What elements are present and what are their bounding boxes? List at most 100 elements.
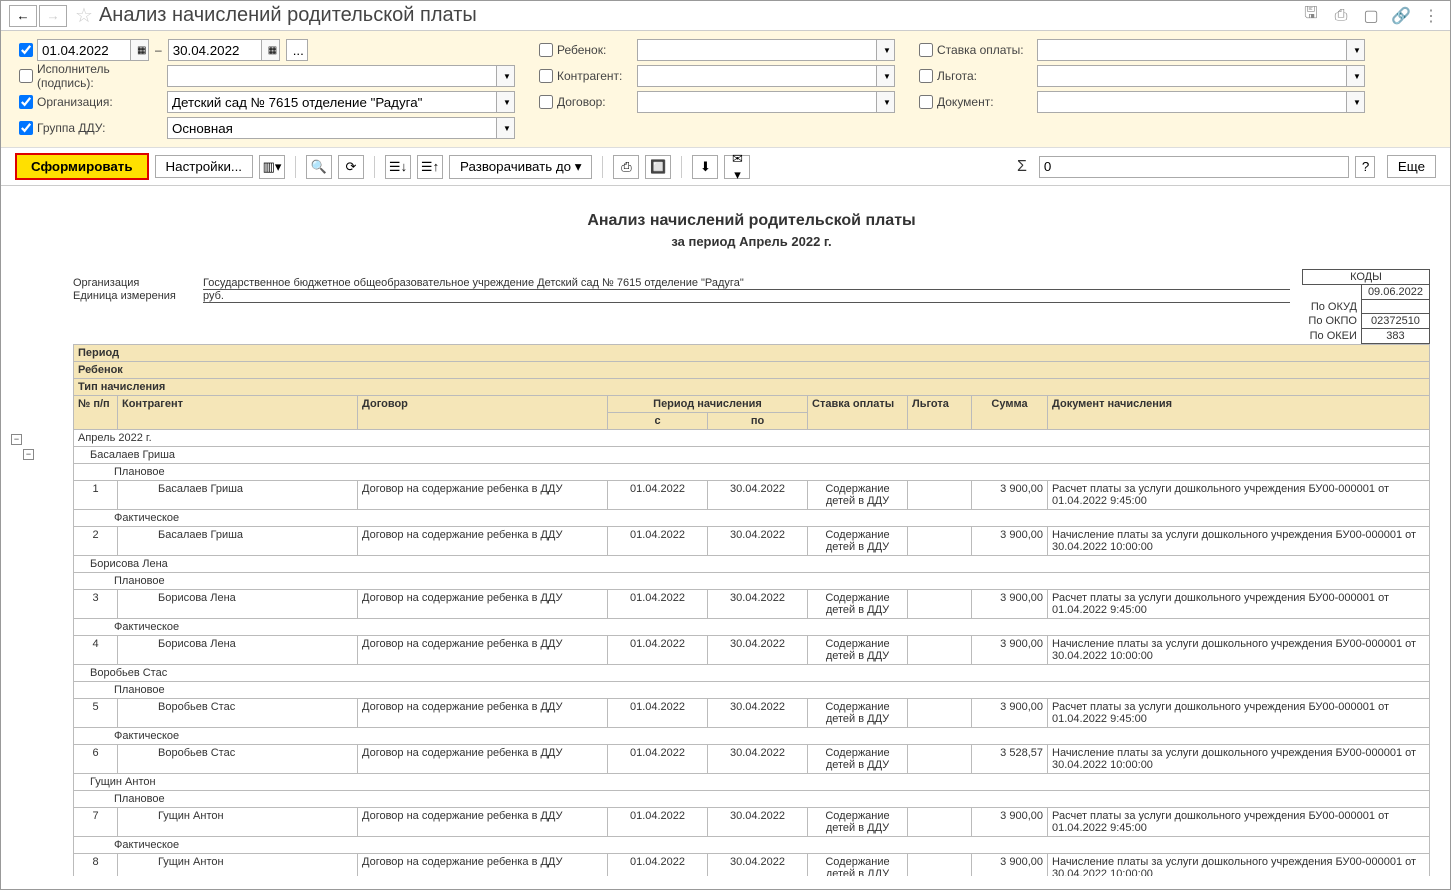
[interactable]: ?: [1355, 156, 1375, 178]
cell-lgota: [908, 636, 972, 665]
forward-button[interactable]: →: [39, 5, 67, 27]
favorite-star-icon[interactable]: ☆: [75, 3, 93, 28]
tree-toggle[interactable]: −: [11, 434, 22, 445]
dogovor-input[interactable]: [637, 91, 877, 113]
gruppa-input[interactable]: [167, 117, 497, 139]
save-icon[interactable]: 🖫: [1300, 5, 1322, 27]
cell-kontragent: Басалаев Гриша: [118, 527, 358, 556]
more-button[interactable]: Еще: [1387, 155, 1436, 178]
ispolnitel-input[interactable]: [167, 65, 497, 87]
nastroiki-button[interactable]: Настройки...: [155, 155, 253, 178]
date-ellipsis-button[interactable]: ...: [286, 39, 308, 61]
sum-input[interactable]: [1039, 156, 1349, 178]
cell-npp: 1: [74, 481, 118, 510]
email-icon[interactable]: ✉▾: [724, 155, 750, 179]
document-icon[interactable]: ▢: [1360, 5, 1382, 27]
dogovor-checkbox[interactable]: [539, 95, 553, 109]
cell-dokument: Начисление платы за услуги дошкольного у…: [1048, 854, 1430, 877]
date-from-input[interactable]: [37, 39, 131, 61]
variant-icon[interactable]: ▥▾: [259, 155, 285, 179]
stavka-checkbox[interactable]: [919, 43, 933, 57]
cell-stavka: Содержание детей в ДДУ: [808, 481, 908, 510]
cell-lgota: [908, 590, 972, 619]
data-row: 2Басалаев ГришаДоговор на содержание реб…: [74, 527, 1430, 556]
data-row: 1Басалаев ГришаДоговор на содержание реб…: [74, 481, 1430, 510]
tree-toggle[interactable]: −: [23, 449, 34, 460]
dokument-checkbox[interactable]: [919, 95, 933, 109]
ispolnitel-checkbox[interactable]: [19, 69, 33, 83]
dropdown-icon[interactable]: ▼: [877, 39, 895, 61]
cell-npp: 3: [74, 590, 118, 619]
cell-kontragent: Воробьев Стас: [118, 745, 358, 774]
cell-stavka: Содержание детей в ДДУ: [808, 590, 908, 619]
cell-dokument: Расчет платы за услуги дошкольного учреж…: [1048, 590, 1430, 619]
expand-icon[interactable]: ☰↓: [385, 155, 411, 179]
organizaciya-checkbox[interactable]: [19, 95, 33, 109]
cell-kontragent: Гущин Антон: [118, 854, 358, 877]
org-value: Государственное бюджетное общеобразовате…: [203, 277, 1290, 290]
data-row: 7Гущин АнтонДоговор на содержание ребенк…: [74, 808, 1430, 837]
kontragent-input[interactable]: [637, 65, 877, 87]
cell-sum: 3 900,00: [972, 590, 1048, 619]
sformirovat-button[interactable]: Сформировать: [15, 153, 149, 180]
period-row: Апрель 2022 г.: [74, 430, 1430, 447]
collapse-icon[interactable]: ☰↑: [417, 155, 443, 179]
organizaciya-input[interactable]: [167, 91, 497, 113]
col-dokument: Документ начисления: [1048, 396, 1430, 430]
rebenok-input[interactable]: [637, 39, 877, 61]
dropdown-icon[interactable]: ▼: [877, 91, 895, 113]
dropdown-icon[interactable]: ▼: [877, 65, 895, 87]
print-icon[interactable]: ⎙: [1330, 5, 1352, 27]
org-label: Организация: [73, 277, 203, 290]
dropdown-icon[interactable]: ▼: [1347, 65, 1365, 87]
lgota-input[interactable]: [1037, 65, 1347, 87]
stavka-label: Ставка оплаты:: [937, 43, 1037, 57]
date-checkbox[interactable]: [19, 43, 33, 57]
gruppa-label: Группа ДДУ:: [37, 121, 167, 135]
type-row: Плановое: [74, 573, 1430, 590]
cell-npp: 4: [74, 636, 118, 665]
cell-date-from: 01.04.2022: [608, 745, 708, 774]
cell-date-from: 01.04.2022: [608, 527, 708, 556]
save-file-icon[interactable]: ⬇: [692, 155, 718, 179]
link-icon[interactable]: 🔗: [1390, 5, 1412, 27]
print-icon[interactable]: ⎙: [613, 155, 639, 179]
calendar-icon[interactable]: ▦: [131, 39, 149, 61]
cell-stavka: Содержание детей в ДДУ: [808, 699, 908, 728]
dropdown-icon[interactable]: ▼: [497, 117, 515, 139]
type-row: Фактическое: [74, 837, 1430, 854]
rebenok-checkbox[interactable]: [539, 43, 553, 57]
cell-lgota: [908, 808, 972, 837]
cell-date-to: 30.04.2022: [708, 745, 808, 774]
cell-npp: 2: [74, 527, 118, 556]
search-icon[interactable]: 🔍: [306, 155, 332, 179]
dropdown-icon[interactable]: ▼: [1347, 39, 1365, 61]
dropdown-icon[interactable]: ▼: [497, 65, 515, 87]
cell-stavka: Содержание детей в ДДУ: [808, 527, 908, 556]
preview-icon[interactable]: 🔲: [645, 155, 671, 179]
child-row: Басалаев Гриша: [74, 447, 1430, 464]
cell-dogovor: Договор на содержание ребенка в ДДУ: [358, 699, 608, 728]
refresh-icon[interactable]: ⟳: [338, 155, 364, 179]
cell-sum: 3 900,00: [972, 808, 1048, 837]
cell-lgota: [908, 527, 972, 556]
kontragent-checkbox[interactable]: [539, 69, 553, 83]
dropdown-icon[interactable]: ▼: [1347, 91, 1365, 113]
razvorachivat-button[interactable]: Разворачивать до ▾: [449, 155, 592, 179]
lgota-checkbox[interactable]: [919, 69, 933, 83]
okud-label: По ОКУД: [1302, 300, 1361, 314]
calendar-icon[interactable]: ▦: [262, 39, 280, 61]
dropdown-icon[interactable]: ▼: [497, 91, 515, 113]
data-row: 5Воробьев СтасДоговор на содержание ребе…: [74, 699, 1430, 728]
back-button[interactable]: ←: [9, 5, 37, 27]
stavka-input[interactable]: [1037, 39, 1347, 61]
date-to-input[interactable]: [168, 39, 262, 61]
gruppa-checkbox[interactable]: [19, 121, 33, 135]
dokument-input[interactable]: [1037, 91, 1347, 113]
cell-dokument: Начисление платы за услуги дошкольного у…: [1048, 745, 1430, 774]
cell-kontragent: Басалаев Гриша: [118, 481, 358, 510]
col-s: с: [608, 413, 708, 430]
cell-kontragent: Борисова Лена: [118, 636, 358, 665]
more-icon[interactable]: ⋮: [1420, 5, 1442, 27]
cell-stavka: Содержание детей в ДДУ: [808, 636, 908, 665]
